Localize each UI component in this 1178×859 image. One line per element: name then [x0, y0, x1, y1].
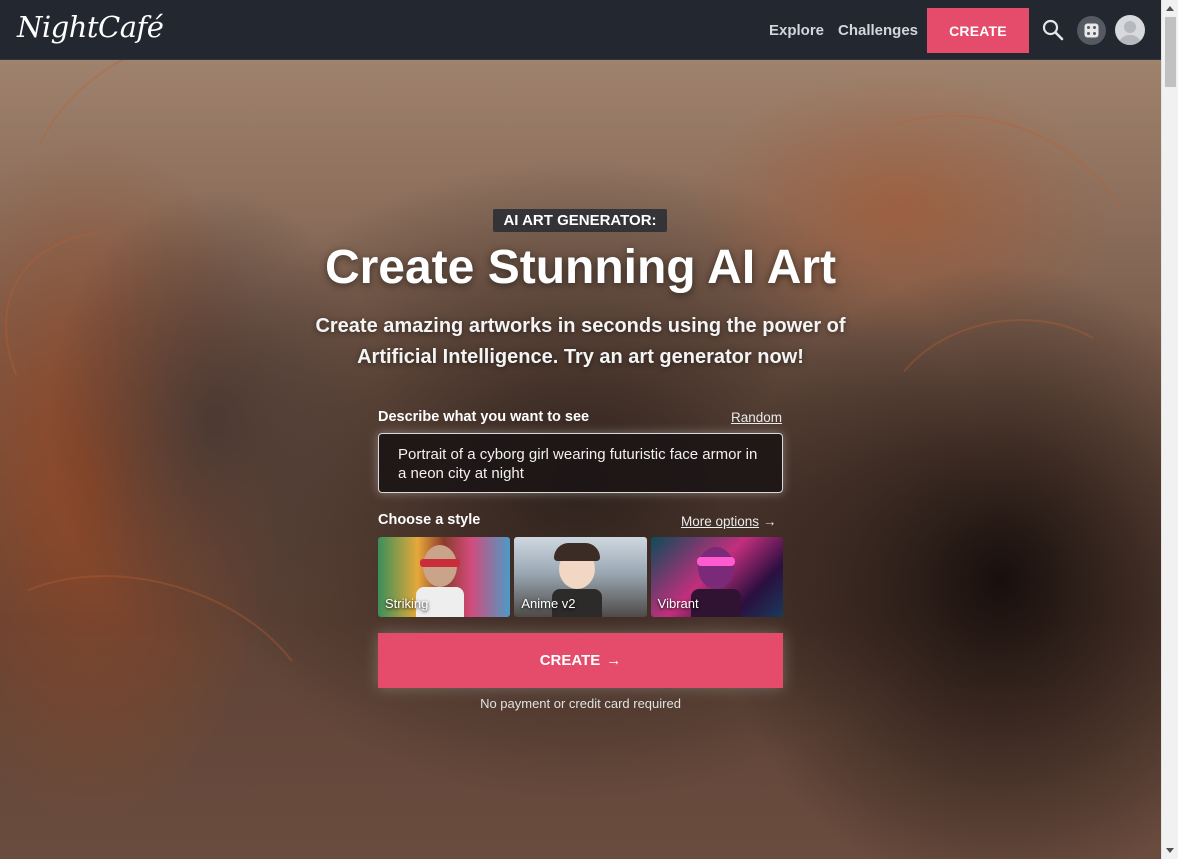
- style-card-vibrant[interactable]: Vibrant: [650, 537, 783, 617]
- hero-subtitle: Create amazing artworks in seconds using…: [315, 315, 846, 368]
- arrow-right-icon: →: [606, 652, 622, 669]
- page-title: Create Stunning AI Art: [324, 241, 837, 294]
- style-card-anime-v2[interactable]: Anime v2: [514, 537, 647, 617]
- nav-create-button[interactable]: CREATE: [927, 8, 1029, 53]
- style-label: Choose a style: [378, 512, 481, 528]
- dice-icon[interactable]: [1077, 16, 1106, 45]
- page-scrollbar[interactable]: [1161, 0, 1178, 859]
- arrow-right-icon: →: [762, 514, 777, 529]
- nightcafe-logo[interactable]: NightCafé: [17, 10, 164, 44]
- random-link[interactable]: Random: [731, 410, 782, 425]
- search-icon[interactable]: [1042, 19, 1064, 41]
- scroll-up-icon[interactable]: [1166, 6, 1174, 11]
- create-button-label: CREATE: [539, 652, 601, 669]
- style-label-vibrant: Vibrant: [657, 596, 699, 611]
- prompt-label: Describe what you want to see: [378, 409, 590, 425]
- create-button[interactable]: CREATE →: [378, 633, 783, 688]
- style-card-striking[interactable]: Striking: [378, 537, 511, 617]
- scroll-down-icon[interactable]: [1166, 848, 1174, 853]
- style-label-anime-v2: Anime v2: [521, 596, 576, 611]
- nav-link-challenges[interactable]: Challenges: [838, 22, 918, 39]
- style-picker: Striking Anime v2 Vibrant: [378, 537, 783, 617]
- style-label-striking: Striking: [385, 596, 429, 611]
- no-payment-note: No payment or credit card required: [480, 696, 681, 711]
- nav-link-explore[interactable]: Explore: [769, 22, 824, 39]
- more-options-link[interactable]: More options →: [681, 514, 776, 529]
- eyebrow-badge: AI ART GENERATOR:: [493, 209, 667, 232]
- avatar-icon[interactable]: [1115, 15, 1145, 45]
- scroll-thumb[interactable]: [1165, 17, 1176, 87]
- more-options-label: More options: [681, 514, 760, 529]
- top-nav: NightCafé Explore Challenges CREATE: [0, 0, 1161, 60]
- prompt-input[interactable]: Portrait of a cyborg girl wearing futuri…: [378, 433, 783, 493]
